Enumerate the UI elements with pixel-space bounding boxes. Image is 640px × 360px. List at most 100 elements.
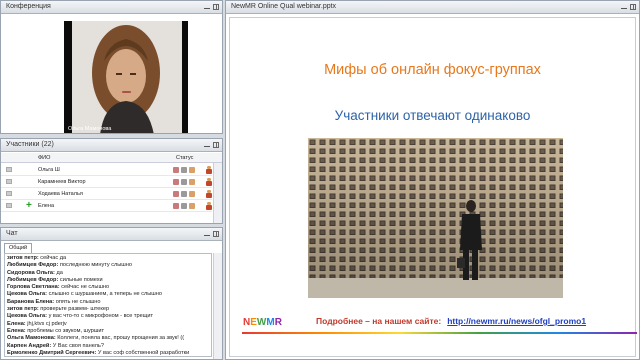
- participant-name: Ольга Ш: [38, 167, 60, 173]
- chat-scrollbar[interactable]: [213, 253, 222, 359]
- chat-title: Чат: [6, 230, 18, 237]
- chat-author: Елена:: [7, 320, 26, 327]
- select-checkbox[interactable]: [6, 179, 12, 184]
- participant-row[interactable]: Ольга Ш: [1, 164, 212, 176]
- chat-author: Горлова Светлана:: [7, 284, 60, 291]
- participant-name: Ходаева Наталья: [38, 191, 83, 197]
- presentation-file-title: NewMR Online Qual webinar.pptx: [231, 3, 337, 10]
- hand-icon[interactable]: [189, 191, 195, 197]
- participant-row[interactable]: Ходаева Наталья: [1, 188, 212, 200]
- mic-icon[interactable]: [173, 179, 179, 185]
- slide: Мифы об онлайн фокус-группах Участники о…: [229, 17, 637, 357]
- video-feed: Ольга Мамонова: [64, 21, 188, 133]
- svg-text:NEWMR: NEWMR: [243, 317, 283, 328]
- hand-icon[interactable]: [189, 167, 195, 173]
- tab-general[interactable]: Общий: [4, 243, 33, 253]
- participants-panel: Участники (22) ФИО Статус Ольга Ш Карамне…: [0, 138, 223, 224]
- slide-subtitle: Участники отвечают одинаково: [334, 108, 531, 123]
- layout-icon[interactable]: [213, 231, 219, 237]
- presentation-header: NewMR Online Qual webinar.pptx: [226, 1, 639, 14]
- chat-message: Сидорова Ольга: да: [7, 270, 209, 277]
- participant-name: Карамнеев Виктор: [38, 179, 86, 185]
- hand-icon[interactable]: [189, 203, 195, 209]
- camera-icon[interactable]: [181, 167, 187, 173]
- video-caption: Ольга Мамонова: [68, 126, 112, 132]
- chat-text: да: [54, 269, 63, 276]
- chat-text: опять не слышно: [54, 298, 101, 305]
- participants-title: Участники (22): [6, 141, 54, 148]
- chat-author: Сидорова Ольга:: [7, 269, 55, 276]
- mic-icon[interactable]: [173, 167, 179, 173]
- footer-text: Подробнее – на нашем сайте:: [316, 316, 442, 326]
- chat-message: Цекова Ольга: у вас что-то с микрофоном …: [7, 313, 209, 320]
- chat-author: зитов петр:: [7, 306, 39, 313]
- participant-name: Елена: [38, 203, 55, 209]
- conference-panel: Конференция Ольга Мамонова: [0, 0, 223, 134]
- hand-icon[interactable]: [189, 179, 195, 185]
- chat-author: Любимцев Федор:: [7, 262, 59, 269]
- camera-icon[interactable]: [181, 203, 187, 209]
- add-icon[interactable]: +: [26, 200, 32, 211]
- minimize-icon[interactable]: [621, 4, 627, 10]
- chat-author: Цекова Ольга:: [7, 313, 48, 320]
- camera-icon[interactable]: [181, 191, 187, 197]
- chat-message: Баранова Елена: опять не слышно: [7, 299, 209, 306]
- chat-text: у вас что-то с микрофоном - все трещит: [47, 313, 154, 320]
- slide-title: Мифы об онлайн фокус-группах: [324, 62, 541, 78]
- chat-author: Ольга Мамонова:: [7, 335, 56, 342]
- minimize-icon[interactable]: [204, 142, 210, 148]
- layout-icon[interactable]: [213, 142, 219, 148]
- slide-photo: [308, 138, 563, 298]
- chat-log: зитов петр: сейчас да Любимцев Федор: пос…: [4, 253, 212, 357]
- chat-message: Ольга Мамонова: Коллеги, поняла вас, про…: [7, 335, 209, 342]
- mic-icon[interactable]: [173, 203, 179, 209]
- participants-scrollbar[interactable]: [213, 163, 222, 223]
- person-icon: [206, 202, 212, 210]
- mic-icon[interactable]: [173, 191, 179, 197]
- chat-text: сейчас да: [38, 255, 67, 261]
- chat-message: Ермоленко Дмитрий Сергеевич: У вас соф с…: [7, 349, 209, 356]
- slide-footer: NEWMR Подробнее – на нашем сайте: http:/…: [242, 314, 586, 328]
- footer-link[interactable]: http://newmr.ru/news/ofgl_promo1: [447, 316, 586, 326]
- chat-message: зитов петр: проверьте развем- штекер: [7, 306, 209, 313]
- chat-author: Карпен Андрей:: [7, 342, 52, 349]
- chat-message: Карпен Андрей: У Вас своя панель?: [7, 343, 209, 350]
- person-icon: [206, 166, 212, 174]
- chat-text: Коллеги, поняла вас, прошу прощения за з…: [55, 335, 185, 342]
- chat-panel: Чат Общий зитов петр: сейчас да Любимцев …: [0, 227, 223, 360]
- chat-text: У вас соф собственной разработки: [96, 349, 190, 356]
- participants-header: Участники (22): [1, 139, 222, 152]
- camera-icon[interactable]: [181, 179, 187, 185]
- chat-text: проблемы со звуком, шуршит: [25, 327, 105, 334]
- webcam-portrait: [64, 21, 188, 133]
- minimize-icon[interactable]: [204, 4, 210, 10]
- participant-row[interactable]: + Елена: [1, 200, 212, 212]
- select-checkbox[interactable]: [6, 203, 12, 208]
- chat-header: Чат: [1, 228, 222, 241]
- col-status[interactable]: Статус: [176, 155, 193, 161]
- layout-icon[interactable]: [213, 4, 219, 10]
- minimize-icon[interactable]: [204, 231, 210, 237]
- chat-text: последнюю минуту слышно: [58, 262, 132, 269]
- conference-title: Конференция: [6, 3, 51, 10]
- layout-icon[interactable]: [630, 4, 636, 10]
- conference-header: Конференция: [1, 1, 222, 14]
- select-checkbox[interactable]: [6, 167, 12, 172]
- chat-message: Цекова Ольга: слышно с шуршанием, а тепе…: [7, 291, 209, 298]
- rainbow-divider: [242, 332, 637, 334]
- chat-text: jhj,ktvs cj pderjv: [25, 320, 67, 327]
- chat-author: зитов петр:: [7, 255, 39, 261]
- select-checkbox[interactable]: [6, 191, 12, 196]
- participant-row[interactable]: Карамнеев Виктор: [1, 176, 212, 188]
- person-icon: [206, 178, 212, 186]
- col-name[interactable]: ФИО: [38, 155, 50, 161]
- participants-columns: ФИО Статус: [1, 153, 222, 163]
- chat-message: Елена: jhj,ktvs cj pderjv: [7, 321, 209, 328]
- chat-author: Любимцев Федор:: [7, 276, 59, 283]
- chat-message: Горлова Светлана: сейчас не слышно: [7, 284, 209, 291]
- chat-text: сейчас не слышно: [59, 284, 110, 291]
- chat-text: слышно с шуршанием, а теперь не слышно: [47, 291, 162, 298]
- chat-message: Елена: проблемы со звуком, шуршит: [7, 328, 209, 335]
- presentation-panel: NewMR Online Qual webinar.pptx Мифы об о…: [225, 0, 640, 360]
- chat-author: Цекова Ольга:: [7, 291, 48, 298]
